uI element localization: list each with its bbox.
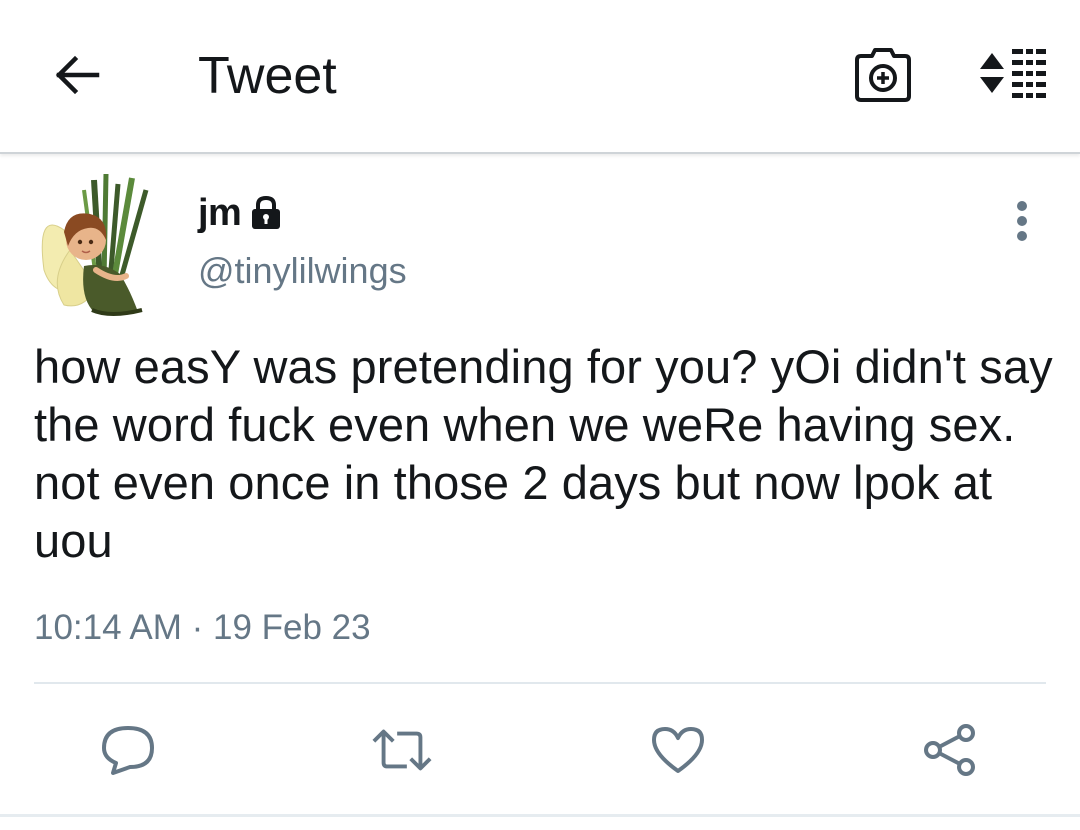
sort-lines-icon xyxy=(980,49,1046,98)
retweet-icon xyxy=(372,729,432,771)
retweet-button[interactable] xyxy=(370,720,434,780)
avatar[interactable] xyxy=(34,170,162,320)
sort-button[interactable] xyxy=(976,42,1050,108)
camera-plus-icon xyxy=(855,48,911,102)
like-button[interactable] xyxy=(646,720,710,780)
more-vertical-icon xyxy=(1017,201,1027,241)
app-bar: Tweet xyxy=(0,0,1080,154)
more-options-button[interactable] xyxy=(1000,196,1044,246)
reply-bubble-icon xyxy=(102,726,154,775)
tweet-text: how easY was pretending for you? yOi did… xyxy=(34,340,1053,567)
share-button[interactable] xyxy=(918,720,982,780)
share-icon xyxy=(924,724,975,776)
back-button[interactable] xyxy=(44,42,110,108)
author-handle[interactable]: @tinylilwings xyxy=(198,250,407,292)
display-name[interactable]: jm xyxy=(198,192,242,235)
lock-icon xyxy=(249,195,283,231)
author-name-row[interactable]: jm xyxy=(198,188,283,238)
divider xyxy=(34,682,1046,684)
heart-icon xyxy=(652,727,704,773)
arrow-left-icon xyxy=(55,55,100,95)
page-title: Tweet xyxy=(198,47,337,105)
fairy-avatar-image xyxy=(41,173,149,316)
tweet-timestamp[interactable]: 10:14 AM · 19 Feb 23 xyxy=(34,608,371,648)
bottom-divider xyxy=(0,814,1080,817)
camera-button[interactable] xyxy=(848,42,918,108)
reply-button[interactable] xyxy=(96,720,160,780)
